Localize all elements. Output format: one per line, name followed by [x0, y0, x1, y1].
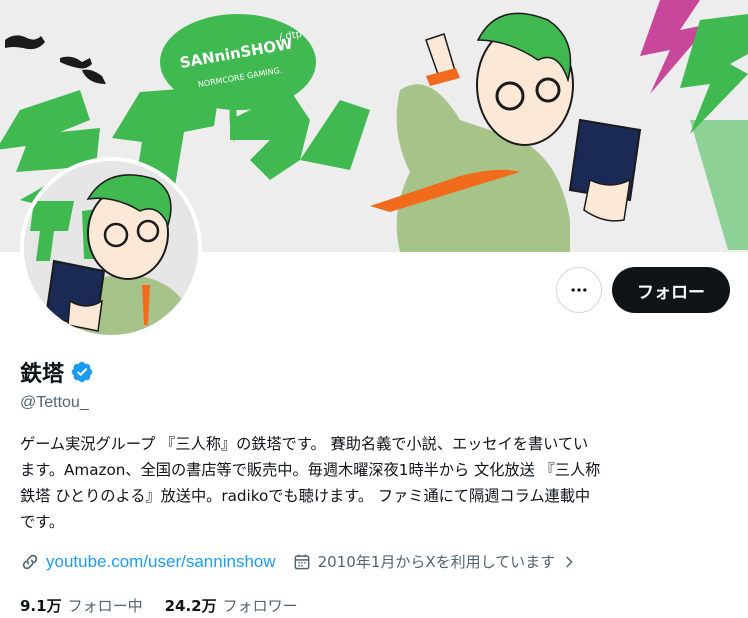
profile-avatar[interactable]	[20, 157, 202, 339]
following-label: フォロー中	[67, 597, 143, 615]
following-stat[interactable]: 9.1万 フォロー中	[20, 595, 143, 616]
followers-count: 24.2万	[164, 597, 217, 615]
profile-stats: 9.1万 フォロー中 24.2万 フォロワー	[20, 595, 298, 616]
link-icon	[22, 554, 38, 569]
bio-line: ゲーム実況グループ 『三人称』の鉄塔です。 賽助名義で小説、エッセイを書いてい	[20, 435, 589, 453]
profile-website-link[interactable]: youtube.com/user/sanninshow	[46, 552, 276, 572]
display-name: 鉄塔	[20, 362, 65, 387]
chevron-right-icon	[566, 556, 573, 567]
profile-handle: @Tettou_	[20, 394, 89, 411]
avatar-illustration	[24, 161, 198, 335]
followers-label: フォロワー	[222, 597, 298, 615]
profile-name-row: 鉄塔	[20, 356, 94, 388]
more-horizontal-icon	[571, 288, 587, 292]
profile-bio: ゲーム実況グループ 『三人称』の鉄塔です。 賽助名義で小説、エッセイを書いてい …	[20, 431, 732, 535]
calendar-icon	[294, 554, 310, 569]
following-count: 9.1万	[20, 597, 62, 615]
profile-meta: youtube.com/user/sanninshow 2010年1月からXを利…	[20, 551, 577, 572]
bio-line: です。	[20, 513, 65, 531]
bio-line: 鉄塔 ひとりのよる』放送中。radikoでも聴けます。 ファミ通にて隔週コラム連…	[20, 487, 591, 505]
profile-link-item: youtube.com/user/sanninshow	[20, 552, 276, 572]
more-options-button[interactable]	[556, 267, 602, 313]
followers-stat[interactable]: 24.2万 フォロワー	[165, 595, 298, 616]
joined-date-item[interactable]: 2010年1月からXを利用しています	[292, 551, 578, 572]
bio-line: ます。Amazon、全国の書店等で販売中。毎週木曜深夜1時半から 文化放送 『三…	[20, 461, 601, 479]
verified-badge-icon[interactable]	[70, 360, 94, 384]
joined-date: 2010年1月からXを利用しています	[317, 553, 556, 571]
follow-button[interactable]: フォロー	[612, 267, 730, 313]
